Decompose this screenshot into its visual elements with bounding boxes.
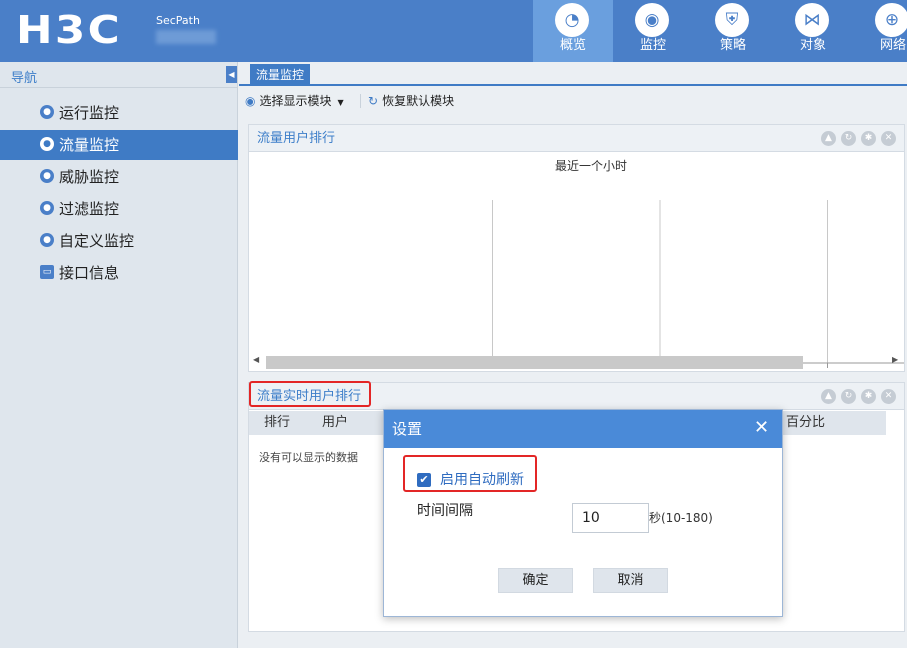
column-rank[interactable]: 排行 bbox=[264, 415, 290, 431]
toolbar: ◉ 选择显示模块 ▼ ↻ 恢复默认模块 bbox=[239, 88, 907, 114]
close-panel-icon[interactable]: ✕ bbox=[881, 131, 896, 146]
sidebar-item-custom-monitor[interactable]: ● 自定义监控 bbox=[0, 226, 238, 256]
tab-traffic-monitor[interactable]: 流量监控 bbox=[250, 64, 311, 86]
refresh-icon: ↻ bbox=[368, 94, 379, 108]
traffic-user-ranking-panel: 流量用户排行 ▲ ↻ ✱ ✕ 最近一个小时 0B0.2B0.5B0.7B ◀ ▶ bbox=[248, 124, 905, 372]
product-model-redacted bbox=[156, 30, 216, 44]
interface-info-icon: ▭ bbox=[40, 265, 54, 279]
interval-unit: 秒(10-180) bbox=[649, 511, 713, 525]
collapse-panel-icon[interactable]: ▲ bbox=[821, 389, 836, 404]
select-module-label: 选择显示模块 bbox=[259, 94, 332, 108]
tab-label: 对象 bbox=[799, 38, 826, 53]
sidebar-item-label: 运行监控 bbox=[59, 104, 120, 122]
sidebar-title: 导航 bbox=[11, 71, 38, 86]
collapse-sidebar-icon[interactable]: ◀ bbox=[226, 66, 237, 83]
empty-state-text: 没有可以显示的数据 bbox=[259, 451, 358, 464]
tab-label: 策略 bbox=[719, 38, 746, 53]
h3c-logo: H3C bbox=[16, 8, 122, 52]
column-percentage[interactable]: 百分比 bbox=[786, 415, 825, 431]
dropdown-arrow-icon: ▼ bbox=[337, 98, 344, 107]
panel-title: 流量用户排行 bbox=[257, 131, 336, 146]
tab-object[interactable]: ⋈ 对象 bbox=[773, 0, 853, 62]
sidebar-item-threat-monitor[interactable]: ● 威胁监控 bbox=[0, 162, 238, 192]
product-name: SecPath bbox=[156, 14, 200, 27]
shield-icon: ⛨ bbox=[715, 3, 749, 37]
toolbar-divider bbox=[360, 94, 361, 108]
auto-refresh-label[interactable]: 启用自动刷新 bbox=[440, 471, 524, 489]
tab-label: 网络 bbox=[879, 38, 906, 53]
sidebar-item-label: 流量监控 bbox=[59, 136, 120, 154]
refresh-panel-icon[interactable]: ↻ bbox=[841, 389, 856, 404]
settings-dialog: 设置 ✕ ✔ 启用自动刷新 时间间隔 秒(10-180) 确定 取消 bbox=[383, 409, 783, 617]
tab-network[interactable]: ⊕ 网络 bbox=[853, 0, 907, 62]
sidebar-item-traffic-monitor[interactable]: ● 流量监控 bbox=[0, 130, 238, 160]
scroll-right-icon[interactable]: ▶ bbox=[892, 355, 898, 364]
ok-button[interactable]: 确定 bbox=[498, 568, 573, 593]
tab-label: 监控 bbox=[639, 38, 666, 53]
sidebar-item-runtime-monitor[interactable]: ● 运行监控 bbox=[0, 98, 238, 128]
sidebar-item-label: 过滤监控 bbox=[59, 200, 120, 218]
traffic-chart: 最近一个小时 0B0.2B0.5B0.7B bbox=[324, 159, 904, 368]
top-header: H3C SecPath ◔ 概览 ◉ 监控 ⛨ 策略 ⋈ 对象 ⊕ 网络 bbox=[0, 0, 907, 62]
title-highlight-box bbox=[249, 381, 371, 407]
tab-overview[interactable]: ◔ 概览 bbox=[533, 0, 613, 62]
scroll-left-icon[interactable]: ◀ bbox=[253, 355, 259, 364]
threat-monitor-icon: ● bbox=[40, 169, 54, 183]
runtime-monitor-icon: ● bbox=[40, 105, 54, 119]
chart-title: 最近一个小时 bbox=[555, 159, 627, 173]
sidebar-item-label: 接口信息 bbox=[59, 264, 120, 282]
restore-default-button[interactable]: ↻ 恢复默认模块 bbox=[368, 93, 454, 109]
close-panel-icon[interactable]: ✕ bbox=[881, 389, 896, 404]
tab-policy[interactable]: ⛨ 策略 bbox=[693, 0, 773, 62]
auto-refresh-checkbox[interactable]: ✔ bbox=[417, 473, 431, 487]
tab-label: 概览 bbox=[559, 38, 586, 53]
collapse-panel-icon[interactable]: ▲ bbox=[821, 131, 836, 146]
sidebar-item-filter-monitor[interactable]: ● 过滤监控 bbox=[0, 194, 238, 224]
sidebar-item-interface-info[interactable]: ▭ 接口信息 bbox=[0, 258, 238, 288]
eye-icon: ◉ bbox=[245, 94, 256, 108]
custom-monitor-icon: ● bbox=[40, 233, 54, 247]
tab-monitor[interactable]: ◉ 监控 bbox=[613, 0, 693, 62]
refresh-panel-icon[interactable]: ↻ bbox=[841, 131, 856, 146]
share-icon: ⋈ bbox=[795, 3, 829, 37]
cancel-button[interactable]: 取消 bbox=[593, 568, 668, 593]
select-module-button[interactable]: ◉ 选择显示模块 ▼ bbox=[245, 93, 344, 111]
restore-default-label: 恢复默认模块 bbox=[382, 94, 455, 108]
panel-header: 流量实时用户排行 ▲ ↻ ✱ ✕ bbox=[249, 381, 904, 410]
sidebar: 导航 ◀ ● 运行监控 ● 流量监控 ● 威胁监控 ● 过滤监控 ● 自定义监控… bbox=[0, 62, 238, 648]
globe-icon: ⊕ bbox=[875, 3, 907, 37]
dashboard-icon: ◔ bbox=[555, 3, 589, 37]
settings-panel-icon[interactable]: ✱ bbox=[861, 131, 876, 146]
interval-input[interactable] bbox=[572, 503, 649, 533]
dialog-title: 设置 bbox=[392, 420, 423, 438]
panel-header: 流量用户排行 ▲ ↻ ✱ ✕ bbox=[249, 125, 904, 152]
scrollbar-thumb[interactable] bbox=[266, 356, 803, 369]
close-icon[interactable]: ✕ bbox=[754, 419, 769, 437]
settings-panel-icon[interactable]: ✱ bbox=[861, 389, 876, 404]
dialog-header: 设置 ✕ bbox=[384, 410, 782, 448]
monitor-icon: ◉ bbox=[635, 3, 669, 37]
interval-label: 时间间隔 bbox=[417, 503, 473, 519]
sidebar-item-label: 自定义监控 bbox=[59, 232, 135, 250]
page-tabbar: 流量监控 bbox=[239, 62, 907, 86]
sidebar-header: 导航 ◀ bbox=[0, 62, 238, 88]
column-user[interactable]: 用户 bbox=[322, 415, 348, 431]
traffic-monitor-icon: ● bbox=[40, 137, 54, 151]
filter-monitor-icon: ● bbox=[40, 201, 54, 215]
sidebar-item-label: 威胁监控 bbox=[59, 168, 120, 186]
